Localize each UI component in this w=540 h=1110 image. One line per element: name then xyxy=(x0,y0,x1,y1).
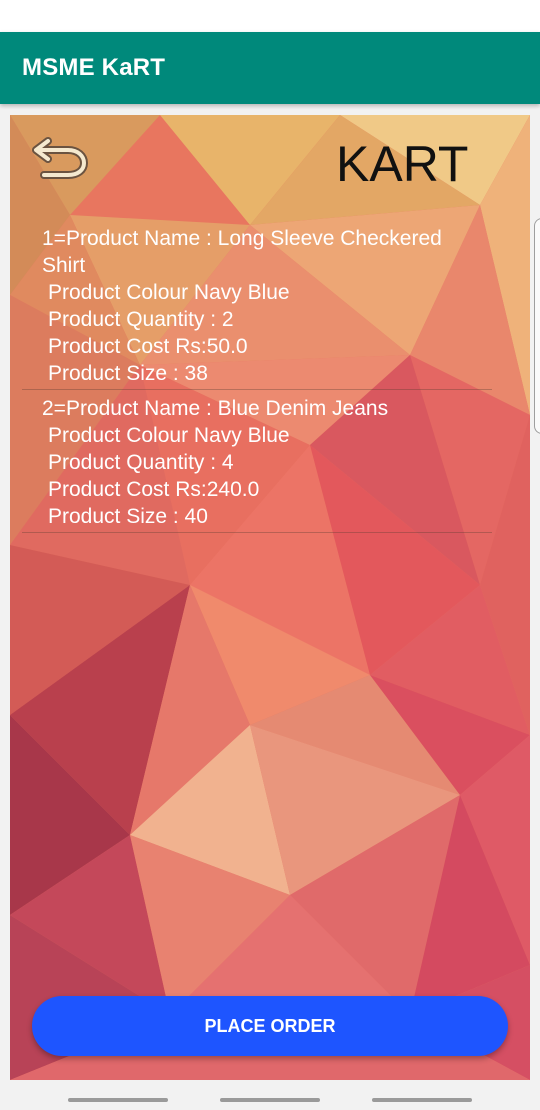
product-colour: Product Colour Navy Blue xyxy=(48,281,290,304)
product-cost: Product Cost Rs:240.0 xyxy=(48,478,260,501)
cart-list: 1=Product Name : Long Sleeve Checkered S… xyxy=(22,225,492,533)
product-quantity: Product Quantity : 4 xyxy=(48,451,234,474)
product-name: 1=Product Name : Long Sleeve Checkered S… xyxy=(42,227,442,277)
product-size: Product Size : 40 xyxy=(48,505,208,528)
back-arrow-icon xyxy=(32,137,89,179)
navigation-bar xyxy=(0,1082,540,1110)
product-name: 2=Product Name : Blue Denim Jeans xyxy=(42,397,389,420)
cart-screen: KART 1=Product Name : Long Sleeve Checke… xyxy=(10,115,530,1080)
app-title: MSME KaRT xyxy=(22,54,166,81)
product-quantity: Product Quantity : 2 xyxy=(48,308,234,331)
nav-recents-pill[interactable] xyxy=(68,1098,168,1102)
product-colour: Product Colour Navy Blue xyxy=(48,424,290,447)
product-cost: Product Cost Rs:50.0 xyxy=(48,335,248,358)
product-size: Product Size : 38 xyxy=(48,362,208,385)
cart-item[interactable]: 2=Product Name : Blue Denim Jeans Produc… xyxy=(22,390,492,533)
cart-item[interactable]: 1=Product Name : Long Sleeve Checkered S… xyxy=(22,225,492,390)
app-bar: MSME KaRT xyxy=(0,32,540,104)
nav-back-pill[interactable] xyxy=(372,1098,472,1102)
place-order-button[interactable]: PLACE ORDER xyxy=(32,996,508,1056)
back-button[interactable] xyxy=(32,135,90,181)
nav-home-pill[interactable] xyxy=(220,1098,320,1102)
screen-title: KART xyxy=(336,136,469,192)
status-bar xyxy=(0,0,540,32)
edge-panel-handle[interactable] xyxy=(534,218,540,434)
